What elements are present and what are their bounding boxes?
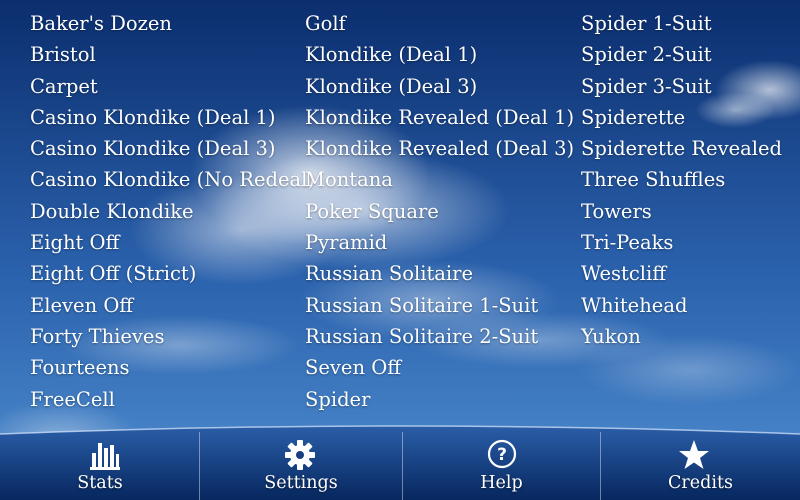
game-item[interactable]: Whitehead [581, 290, 782, 321]
game-item[interactable]: Towers [581, 196, 782, 227]
stats-button[interactable]: Stats [0, 430, 200, 500]
game-item[interactable]: Three Shuffles [581, 164, 782, 195]
help-button[interactable]: ? Help [403, 430, 600, 500]
svg-text:?: ? [497, 445, 507, 465]
game-item[interactable]: Russian Solitaire 2-Suit [305, 321, 574, 352]
game-item[interactable]: Bristol [30, 39, 315, 70]
game-item[interactable]: Double Klondike [30, 196, 315, 227]
game-item[interactable]: Spiderette Revealed [581, 133, 782, 164]
credits-button[interactable]: Credits [601, 430, 800, 500]
game-item[interactable]: Yukon [581, 321, 782, 352]
game-item[interactable]: Casino Klondike (No Redeal) [30, 164, 315, 195]
bottom-toolbar: Stats Settings ? Help Credits [0, 430, 800, 500]
game-item[interactable]: Pyramid [305, 227, 574, 258]
star-icon [679, 440, 709, 469]
game-item[interactable]: Russian Solitaire 1-Suit [305, 290, 574, 321]
game-item[interactable]: Spider 2-Suit [581, 39, 782, 70]
bar-chart-icon [90, 443, 120, 470]
game-item[interactable]: Eight Off [30, 227, 315, 258]
game-item[interactable]: Eleven Off [30, 290, 315, 321]
game-item[interactable]: Fourteens [30, 352, 315, 383]
stats-label: Stats [77, 473, 123, 493]
game-item[interactable]: Spider [305, 384, 574, 415]
game-item[interactable]: Carpet [30, 71, 315, 102]
gear-icon [285, 440, 315, 470]
game-list-column-2: Golf Klondike (Deal 1) Klondike (Deal 3) Kl… [305, 8, 574, 415]
settings-label: Settings [264, 473, 338, 493]
settings-button[interactable]: Settings [200, 430, 402, 500]
game-list-column-3: Spider 1-Suit Spider 2-Suit Spider 3-Suit S… [581, 8, 782, 352]
game-item[interactable]: Spider 1-Suit [581, 8, 782, 39]
game-item[interactable]: Casino Klondike (Deal 1) [30, 102, 315, 133]
game-item[interactable]: Russian Solitaire [305, 258, 574, 289]
game-item[interactable]: Poker Square [305, 196, 574, 227]
game-item[interactable]: Golf [305, 8, 574, 39]
game-list-column-1: Baker's Dozen Bristol Carpet Casino Klondik… [30, 8, 315, 415]
credits-label: Credits [668, 473, 733, 493]
game-item[interactable]: Klondike (Deal 1) [305, 39, 574, 70]
game-item[interactable]: Klondike Revealed (Deal 3) [305, 133, 574, 164]
game-item[interactable]: Eight Off (Strict) [30, 258, 315, 289]
game-item[interactable]: Westcliff [581, 258, 782, 289]
game-item[interactable]: Spiderette [581, 102, 782, 133]
game-item[interactable]: Montana [305, 164, 574, 195]
game-item[interactable]: Tri-Peaks [581, 227, 782, 258]
game-item[interactable]: Klondike (Deal 3) [305, 71, 574, 102]
game-item[interactable]: Casino Klondike (Deal 3) [30, 133, 315, 164]
game-item[interactable]: Baker's Dozen [30, 8, 315, 39]
game-item[interactable]: Spider 3-Suit [581, 71, 782, 102]
game-item[interactable]: FreeCell [30, 384, 315, 415]
game-item[interactable]: Forty Thieves [30, 321, 315, 352]
help-label: Help [480, 473, 523, 493]
game-item[interactable]: Seven Off [305, 352, 574, 383]
game-item[interactable]: Klondike Revealed (Deal 1) [305, 102, 574, 133]
question-circle-icon: ? [487, 439, 517, 469]
